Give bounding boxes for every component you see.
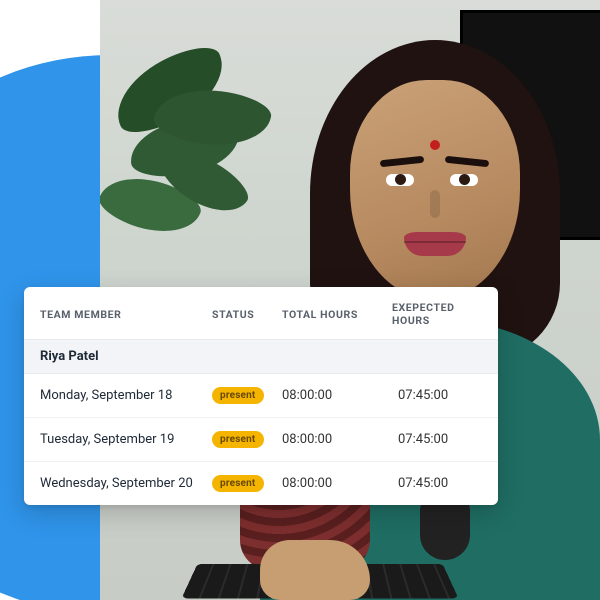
col-header-member: TEAM MEMBER	[40, 308, 212, 321]
cell-day: Monday, September 18	[40, 388, 212, 403]
col-header-expected: EXEPECTED HOURS	[392, 301, 482, 327]
status-badge: present	[212, 387, 264, 404]
cell-status: present	[212, 431, 282, 448]
col-header-total: TOTAL HOURS	[282, 308, 392, 321]
cell-day: Wednesday, September 20	[40, 476, 212, 491]
table-header-row: TEAM MEMBER STATUS TOTAL HOURS EXEPECTED…	[24, 287, 498, 339]
status-badge: present	[212, 475, 264, 492]
table-row: Monday, September 18 present 08:00:00 07…	[24, 374, 498, 418]
attendance-card: TEAM MEMBER STATUS TOTAL HOURS EXEPECTED…	[24, 287, 498, 505]
member-name-row[interactable]: Riya Patel	[24, 339, 498, 374]
status-badge: present	[212, 431, 264, 448]
cell-expected: 07:45:00	[392, 476, 482, 491]
cell-status: present	[212, 475, 282, 492]
cell-status: present	[212, 387, 282, 404]
cell-total: 08:00:00	[282, 388, 392, 403]
cell-total: 08:00:00	[282, 476, 392, 491]
table-row: Wednesday, September 20 present 08:00:00…	[24, 462, 498, 505]
cell-day: Tuesday, September 19	[40, 432, 212, 447]
cell-total: 08:00:00	[282, 432, 392, 447]
stage: TEAM MEMBER STATUS TOTAL HOURS EXEPECTED…	[0, 0, 600, 600]
table-row: Tuesday, September 19 present 08:00:00 0…	[24, 418, 498, 462]
cell-expected: 07:45:00	[392, 388, 482, 403]
member-name: Riya Patel	[40, 349, 99, 364]
cell-expected: 07:45:00	[392, 432, 482, 447]
col-header-status: STATUS	[212, 308, 282, 321]
